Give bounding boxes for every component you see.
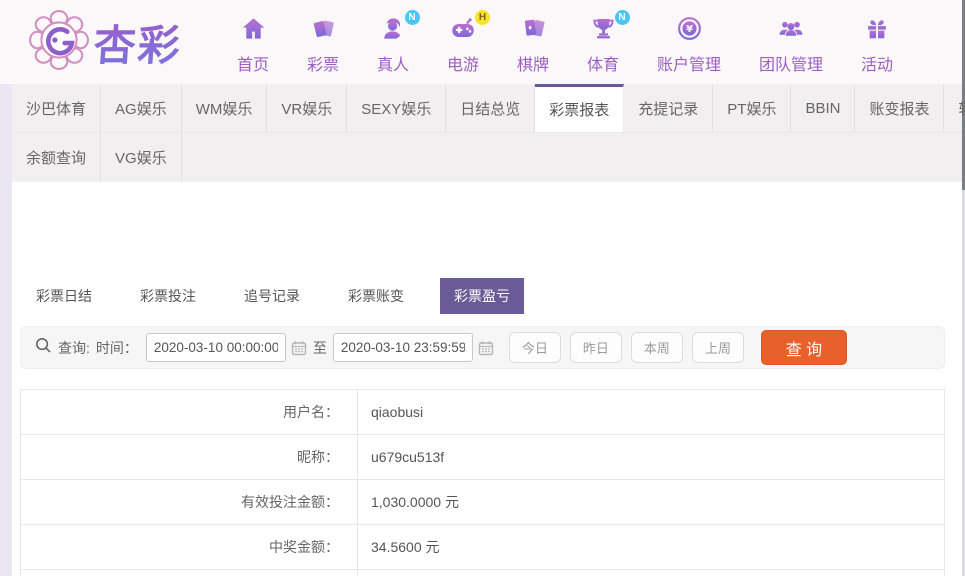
tab-wm[interactable]: WM娱乐 <box>182 84 268 132</box>
table-row-username: 用户名： qiaobusi <box>21 390 944 435</box>
row-label: 有效投注金额： <box>21 480 358 524</box>
calendar-icon[interactable] <box>478 340 494 356</box>
subtab-chase-records[interactable]: 追号记录 <box>232 278 312 314</box>
table-row-rebate-amount: 返点金额： 0.0000 元 <box>21 570 944 576</box>
nav-label: 活动 <box>861 57 894 74</box>
subtab-lottery-account-change[interactable]: 彩票账变 <box>336 278 416 314</box>
tab-vg[interactable]: VG娱乐 <box>101 133 182 182</box>
top-header: 杏彩 首页 彩票 N 真人 H 电游 棋牌 N 体育 ¥ 账户管理 团队管理 活… <box>0 0 965 84</box>
lottery-sub-tabs: 彩票日结 彩票投注 追号记录 彩票账变 彩票盈亏 <box>24 277 965 314</box>
tab-sexy[interactable]: SEXY娱乐 <box>347 84 447 132</box>
row-value: 0.0000 元 <box>358 570 944 576</box>
nav-item-cards[interactable]: 棋牌 <box>498 15 568 75</box>
tab-account-change-report[interactable]: 账变报表 <box>855 84 945 132</box>
subtab-lottery-daily[interactable]: 彩票日结 <box>24 278 104 314</box>
team-icon <box>777 15 805 47</box>
nav-label: 彩票 <box>307 57 340 74</box>
row-value: 34.5600 元 <box>371 539 440 555</box>
profit-loss-report-table: 用户名： qiaobusi 昵称： u679cu513f 有效投注金额： 1,0… <box>20 389 945 576</box>
row-label: 中奖金额： <box>21 525 358 569</box>
search-icon <box>35 337 52 359</box>
table-row-valid-bet-amount: 有效投注金额： 1,030.0000 元 <box>21 480 944 525</box>
lottery-ticket-icon <box>310 15 337 47</box>
row-value: u679cu513f <box>371 449 445 465</box>
tab-bbin[interactable]: BBIN <box>791 84 856 132</box>
nav-label: 真人 <box>377 57 410 74</box>
page: 杏彩 首页 彩票 N 真人 H 电游 棋牌 N 体育 ¥ 账户管理 团队管理 活… <box>0 0 965 576</box>
nav-item-promotions[interactable]: 活动 <box>842 15 912 75</box>
tab-daily-summary[interactable]: 日结总览 <box>446 84 536 132</box>
last-week-button[interactable]: 上周 <box>691 332 744 363</box>
row-value: 1,030.0000 元 <box>371 494 459 510</box>
nav-label: 首页 <box>237 57 270 74</box>
svg-text:¥: ¥ <box>685 24 692 35</box>
nav-label: 棋牌 <box>517 57 550 74</box>
nav-item-live[interactable]: N 真人 <box>358 10 428 75</box>
subtab-lottery-profit-loss[interactable]: 彩票盈亏 <box>440 277 524 314</box>
gamepad-icon <box>449 15 477 47</box>
new-badge: N <box>404 10 420 25</box>
calendar-icon[interactable] <box>291 340 307 356</box>
subtab-lottery-bets[interactable]: 彩票投注 <box>128 278 208 314</box>
tab-transfer-report[interactable]: 转账报表 <box>944 84 965 132</box>
trophy-icon <box>590 15 617 47</box>
tab-lottery-report[interactable]: 彩票报表 <box>535 84 625 132</box>
home-icon <box>240 15 267 47</box>
search-prefix-label: 查询: <box>58 339 90 356</box>
tab-vr[interactable]: VR娱乐 <box>267 84 348 132</box>
new-badge: N <box>614 10 630 25</box>
account-coin-icon: ¥ <box>676 15 703 47</box>
nav-label: 团队管理 <box>759 57 824 74</box>
nav-item-sports[interactable]: N 体育 <box>568 10 638 75</box>
main-nav: 首页 彩票 N 真人 H 电游 棋牌 N 体育 ¥ 账户管理 团队管理 活动 <box>218 10 912 75</box>
nav-item-account-management[interactable]: ¥ 账户管理 <box>638 15 740 75</box>
row-label: 用户名： <box>21 390 358 434</box>
tab-ag[interactable]: AG娱乐 <box>101 84 182 132</box>
nav-label: 账户管理 <box>657 57 722 74</box>
cards-icon <box>520 15 547 47</box>
nav-item-egames[interactable]: H 电游 <box>428 10 498 75</box>
tab-row-1: 沙巴体育 AG娱乐 WM娱乐 VR娱乐 SEXY娱乐 日结总览 彩票报表 充提记… <box>12 84 965 133</box>
tab-balance-query[interactable]: 余额查询 <box>12 133 102 182</box>
nav-label: 体育 <box>587 57 620 74</box>
report-tab-strip: 沙巴体育 AG娱乐 WM娱乐 VR娱乐 SEXY娱乐 日结总览 彩票报表 充提记… <box>12 84 965 182</box>
brand-name: 杏彩 <box>92 12 184 73</box>
hot-badge: H <box>475 10 491 25</box>
nav-item-team-management[interactable]: 团队管理 <box>740 15 842 75</box>
end-datetime-input[interactable] <box>332 333 473 362</box>
page-left-margin <box>0 84 12 576</box>
tab-deposit-withdraw[interactable]: 充提记录 <box>624 84 714 132</box>
table-row-winning-amount: 中奖金额： 34.5600 元 <box>21 525 944 570</box>
today-button[interactable]: 今日 <box>508 332 561 363</box>
flower-logo-icon <box>28 9 90 76</box>
nav-label: 电游 <box>447 57 480 74</box>
yesterday-button[interactable]: 昨日 <box>569 332 622 363</box>
tab-pt[interactable]: PT娱乐 <box>713 84 792 132</box>
row-value: qiaobusi <box>371 404 424 420</box>
to-label: 至 <box>312 339 327 356</box>
brand-logo[interactable]: 杏彩 <box>28 9 184 76</box>
nav-item-lottery[interactable]: 彩票 <box>288 15 358 75</box>
tab-row-2: 余额查询 VG娱乐 <box>12 133 962 182</box>
nav-item-home[interactable]: 首页 <box>218 15 288 75</box>
row-label: 昵称： <box>21 435 358 479</box>
search-bar: 查询: 时间： 至 今日 昨日 本周 上周 查 询 <box>20 326 945 369</box>
live-person-icon <box>380 15 407 47</box>
table-row-nickname: 昵称： u679cu513f <box>21 435 944 480</box>
query-button[interactable]: 查 询 <box>760 330 847 365</box>
tab-shaba-sports[interactable]: 沙巴体育 <box>12 84 102 132</box>
this-week-button[interactable]: 本周 <box>630 332 683 363</box>
row-label: 返点金额： <box>21 570 358 576</box>
start-datetime-input[interactable] <box>145 333 286 362</box>
time-label: 时间： <box>95 339 138 356</box>
gift-icon <box>864 15 890 47</box>
